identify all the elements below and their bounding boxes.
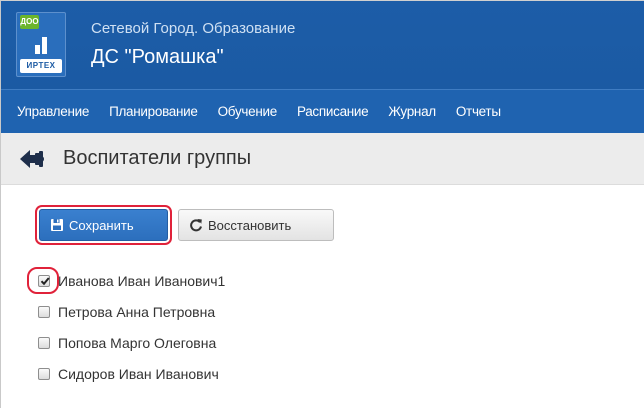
teacher-checkbox[interactable] xyxy=(38,306,50,318)
main-nav: Управление Планирование Обучение Расписа… xyxy=(1,89,644,133)
nav-item-planning[interactable]: Планирование xyxy=(109,104,198,119)
logo-bar xyxy=(42,37,47,54)
teacher-list-item: Петрова Анна Петровна xyxy=(38,303,215,321)
nav-item-journal[interactable]: Журнал xyxy=(388,104,436,119)
refresh-icon xyxy=(190,219,202,232)
teacher-list-item: Попова Марго Олеговна xyxy=(38,334,216,352)
app-window: ДОО ИРТЕХ Сетевой Город. Образование ДС … xyxy=(0,0,644,408)
save-button[interactable]: Сохранить xyxy=(39,209,168,241)
teacher-checkbox[interactable] xyxy=(38,337,50,349)
nav-item-reports[interactable]: Отчеты xyxy=(456,104,501,119)
checkmark-icon xyxy=(40,277,50,286)
logo-brand: ИРТЕХ xyxy=(20,59,62,73)
teacher-list-item: Иванова Иван Иванович1 xyxy=(38,272,225,290)
teacher-name: Иванова Иван Иванович1 xyxy=(58,273,226,289)
nav-item-education[interactable]: Обучение xyxy=(218,104,278,119)
teacher-name: Попова Марго Олеговна xyxy=(58,335,217,351)
app-header: ДОО ИРТЕХ Сетевой Город. Образование ДС … xyxy=(1,1,644,89)
page-title: Воспитатели группы xyxy=(63,147,252,169)
teacher-checkbox[interactable] xyxy=(38,368,50,380)
teacher-list-item: Сидоров Иван Иванович xyxy=(38,365,219,383)
page-title-bar: Воспитатели группы xyxy=(1,133,644,185)
teacher-checkbox[interactable] xyxy=(38,275,50,287)
restore-button-label: Восстановить xyxy=(208,217,292,233)
save-button-label: Сохранить xyxy=(69,217,134,233)
logo-bar xyxy=(35,45,40,54)
teacher-name: Петрова Анна Петровна xyxy=(58,304,216,320)
save-icon xyxy=(51,219,63,231)
system-name: Сетевой Город. Образование xyxy=(91,20,296,37)
app-logo[interactable]: ДОО ИРТЕХ xyxy=(16,12,66,77)
nav-item-management[interactable]: Управление xyxy=(17,104,89,119)
restore-button[interactable]: Восстановить xyxy=(178,209,334,241)
teacher-name: Сидоров Иван Иванович xyxy=(58,366,219,382)
organization-name: ДС "Ромашка" xyxy=(91,46,224,68)
back-arrow-icon[interactable] xyxy=(19,147,45,171)
logo-badge: ДОО xyxy=(20,15,39,29)
nav-item-schedule[interactable]: Расписание xyxy=(297,104,369,119)
